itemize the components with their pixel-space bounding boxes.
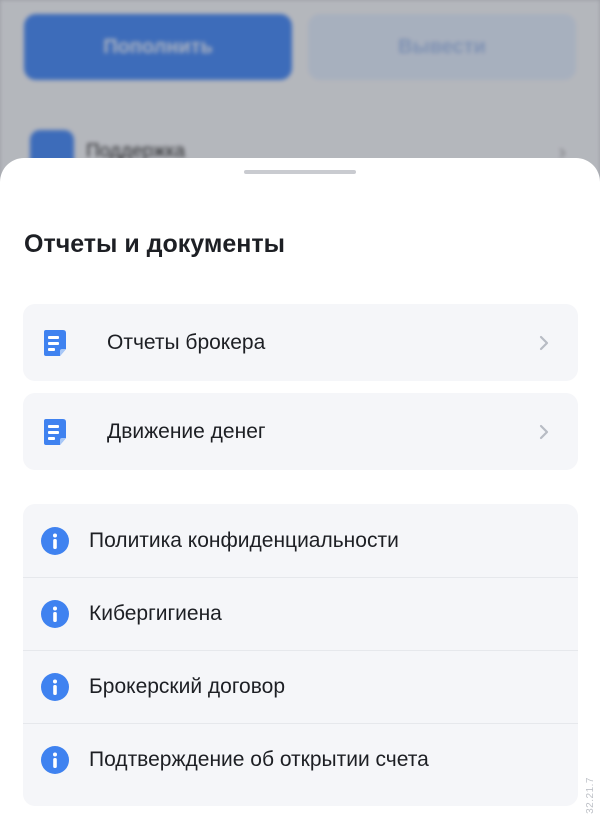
document-icon xyxy=(43,329,69,357)
privacy-policy-label: Политика конфиденциальности xyxy=(89,528,399,552)
account-opening-confirmation-label: Подтверждение об открытии счета xyxy=(89,747,429,771)
bottom-sheet: Отчеты и документы Отчеты брокера Движен… xyxy=(0,158,600,824)
documents-card: Политика конфиденциальности Кибергигиена xyxy=(23,504,578,806)
broker-reports-card: Отчеты брокера xyxy=(23,304,578,381)
info-icon xyxy=(41,745,69,774)
cyber-hygiene-row[interactable]: Кибергигиена xyxy=(23,577,578,650)
info-icon xyxy=(41,526,69,555)
money-movement-row[interactable]: Движение денег xyxy=(23,393,578,470)
broker-reports-row[interactable]: Отчеты брокера xyxy=(23,304,578,381)
money-movement-label: Движение денег xyxy=(107,419,266,443)
chevron-right-icon xyxy=(536,424,552,440)
cyber-hygiene-label: Кибергигиена xyxy=(89,601,222,625)
sheet-grabber[interactable] xyxy=(244,170,356,174)
broker-reports-label: Отчеты брокера xyxy=(107,330,266,354)
account-opening-confirmation-row[interactable]: Подтверждение об открытии счета xyxy=(23,723,578,796)
privacy-policy-row[interactable]: Политика конфиденциальности xyxy=(23,504,578,577)
info-icon xyxy=(41,599,69,628)
chevron-right-icon xyxy=(536,335,552,351)
version-label: 32.21.7 xyxy=(585,777,596,814)
money-movement-card: Движение денег xyxy=(23,393,578,470)
broker-agreement-label: Брокерский договор xyxy=(89,674,285,698)
document-icon xyxy=(43,418,69,446)
screen: Пополнить Вывести Поддержка › Отчеты и д… xyxy=(0,0,600,824)
info-icon xyxy=(41,672,69,701)
broker-agreement-row[interactable]: Брокерский договор xyxy=(23,650,578,723)
sheet-title: Отчеты и документы xyxy=(24,230,285,258)
